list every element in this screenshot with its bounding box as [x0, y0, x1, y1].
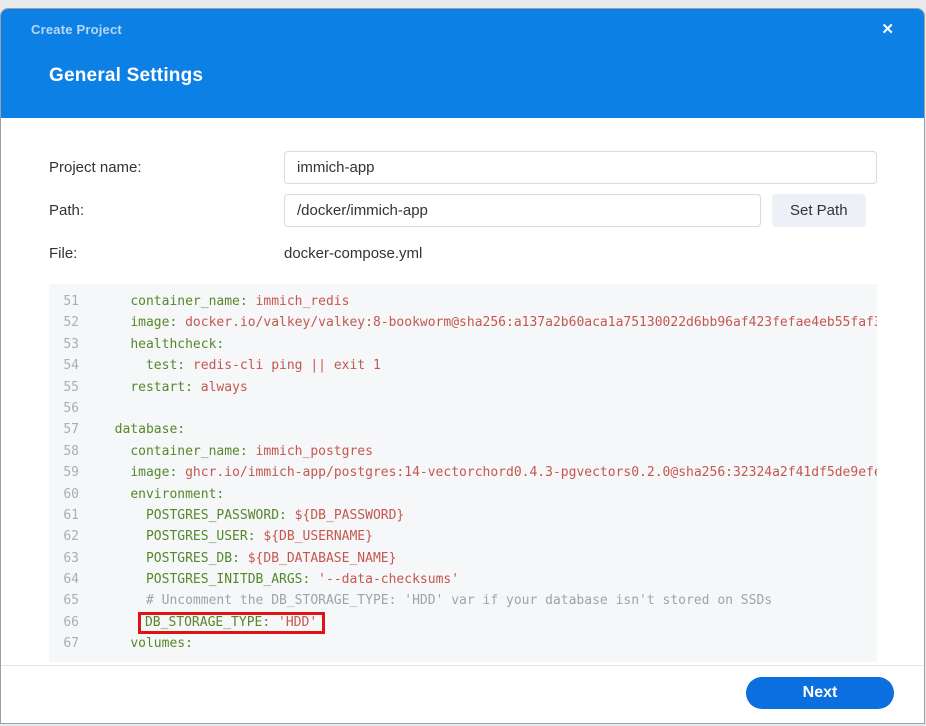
line-number: 55 [63, 379, 79, 395]
code-line-text: container_name: immich_postgres [99, 444, 373, 459]
project-name-row: Project name: [49, 151, 877, 184]
token-key: test: [145, 358, 186, 374]
line-number: 54 [63, 358, 79, 374]
create-project-dialog: Create Project ✕ General Settings Projec… [0, 8, 925, 724]
token-val: redis-cli ping || exit 1 [185, 358, 381, 374]
code-line-text: container_name: immich_redis [99, 294, 349, 309]
token-key: volumes: [130, 636, 193, 652]
path-label: Path: [49, 202, 85, 219]
code-line: 57 database: [49, 419, 877, 440]
code-line-text: volumes: [99, 636, 193, 651]
token-val: ${DB_USERNAME} [255, 529, 373, 545]
token-val: docker.io/valkey/valkey:8-bookworm@sha25… [177, 315, 877, 331]
token-key: POSTGRES_USER: [145, 529, 256, 545]
line-number: 57 [63, 422, 79, 438]
code-line: 67 volumes: [49, 633, 877, 654]
token-key: POSTGRES_PASSWORD: [145, 507, 287, 523]
line-number: 56 [63, 400, 79, 416]
line-number: 65 [63, 593, 79, 609]
code-line-text: image: ghcr.io/immich-app/postgres:14-ve… [99, 465, 877, 480]
code-line: 56 [49, 398, 877, 419]
code-line-text: POSTGRES_PASSWORD: ${DB_PASSWORD} [99, 508, 404, 523]
line-number: 61 [63, 507, 79, 523]
code-editor[interactable]: 51 container_name: immich_redis 52 image:… [49, 284, 877, 662]
code-line: 51 container_name: immich_redis [49, 291, 877, 312]
token-key: healthcheck: [130, 336, 225, 352]
line-number: 52 [63, 315, 79, 331]
page-title: General Settings [49, 65, 204, 86]
close-icon[interactable]: ✕ [881, 22, 894, 37]
code-line: 66 DB_STORAGE_TYPE: 'HDD' [49, 611, 877, 634]
code-line: 53 healthcheck: [49, 334, 877, 355]
dialog-body: Project name: Path: Set Path File: docke… [1, 118, 924, 662]
file-row: File: docker-compose.yml [49, 237, 877, 270]
code-line-text: POSTGRES_INITDB_ARGS: '--data-checksums' [99, 572, 459, 587]
token-key: POSTGRES_INITDB_ARGS: [145, 572, 311, 588]
set-path-button[interactable]: Set Path [772, 194, 866, 227]
path-row: Path: Set Path [49, 194, 877, 227]
project-name-label: Project name: [49, 159, 142, 176]
path-input[interactable] [284, 194, 761, 227]
token-key: image: [130, 465, 178, 481]
highlight-annotation-box: DB_STORAGE_TYPE: 'HDD' [137, 611, 326, 634]
file-label: File: [49, 245, 78, 262]
line-number: 58 [63, 443, 79, 459]
token-comment: # Uncomment the DB_STORAGE_TYPE: 'HDD' v… [145, 593, 773, 609]
token-key: database: [114, 422, 186, 438]
code-line: 64 POSTGRES_INITDB_ARGS: '--data-checksu… [49, 569, 877, 590]
dialog-header: Create Project ✕ General Settings [1, 9, 924, 118]
code-line: 63 POSTGRES_DB: ${DB_DATABASE_NAME} [49, 548, 877, 569]
token-val: ${DB_PASSWORD} [286, 507, 405, 523]
line-number: 63 [63, 550, 79, 566]
code-line-text: # Uncomment the DB_STORAGE_TYPE: 'HDD' v… [99, 593, 772, 608]
code-line-text: POSTGRES_DB: ${DB_DATABASE_NAME} [99, 551, 396, 566]
token-val: ${DB_DATABASE_NAME} [239, 550, 397, 566]
code-line-text: POSTGRES_USER: ${DB_USERNAME} [99, 529, 373, 544]
code-line: 65 # Uncomment the DB_STORAGE_TYPE: 'HDD… [49, 590, 877, 611]
token-val: always [192, 379, 248, 395]
code-line-text: test: redis-cli ping || exit 1 [99, 358, 381, 373]
file-value: docker-compose.yml [284, 245, 423, 262]
code-line: 58 container_name: immich_postgres [49, 441, 877, 462]
code-line-text: environment: [99, 487, 224, 502]
token-val: '--data-checksums' [310, 572, 460, 588]
code-line: 59 image: ghcr.io/immich-app/postgres:14… [49, 462, 877, 483]
line-number: 62 [63, 529, 79, 545]
code-line: 55 restart: always [49, 377, 877, 398]
token-key: container_name: [130, 443, 248, 459]
line-number: 64 [63, 572, 79, 588]
dialog-footer: Next [1, 665, 924, 723]
code-line: 54 test: redis-cli ping || exit 1 [49, 355, 877, 376]
code-line-text: restart: always [99, 379, 248, 395]
token-key: POSTGRES_DB: [145, 550, 240, 566]
code-line-text: healthcheck: [99, 337, 224, 352]
dialog-titlebar: Create Project ✕ [1, 9, 924, 37]
line-number: 60 [63, 486, 79, 502]
code-line: 62 POSTGRES_USER: ${DB_USERNAME} [49, 526, 877, 547]
code-line: 60 environment: [49, 484, 877, 505]
token-val: immich_postgres [247, 443, 373, 459]
next-button[interactable]: Next [746, 676, 894, 709]
code-line-text: database: [99, 422, 185, 437]
line-number: 51 [63, 294, 79, 309]
token-val: 'HDD' [270, 614, 318, 630]
token-key: image: [130, 315, 178, 331]
token-val: ghcr.io/immich-app/postgres:14-vectorcho… [177, 465, 877, 481]
line-number: 66 [63, 614, 79, 630]
token-key: restart: [130, 379, 193, 395]
token-key: environment: [130, 486, 225, 502]
line-number: 67 [63, 636, 79, 652]
dialog-title: Create Project [31, 22, 122, 37]
project-name-input[interactable] [284, 151, 877, 184]
code-line-text: image: docker.io/valkey/valkey:8-bookwor… [99, 315, 877, 330]
code-line: 61 POSTGRES_PASSWORD: ${DB_PASSWORD} [49, 505, 877, 526]
line-number: 59 [63, 465, 79, 481]
token-key: DB_STORAGE_TYPE: [144, 614, 271, 630]
line-number: 53 [63, 336, 79, 352]
code-line: 52 image: docker.io/valkey/valkey:8-book… [49, 312, 877, 333]
token-key: container_name: [130, 294, 248, 309]
token-val: immich_redis [247, 294, 350, 309]
code-line-text: DB_STORAGE_TYPE: 'HDD' [99, 611, 326, 634]
